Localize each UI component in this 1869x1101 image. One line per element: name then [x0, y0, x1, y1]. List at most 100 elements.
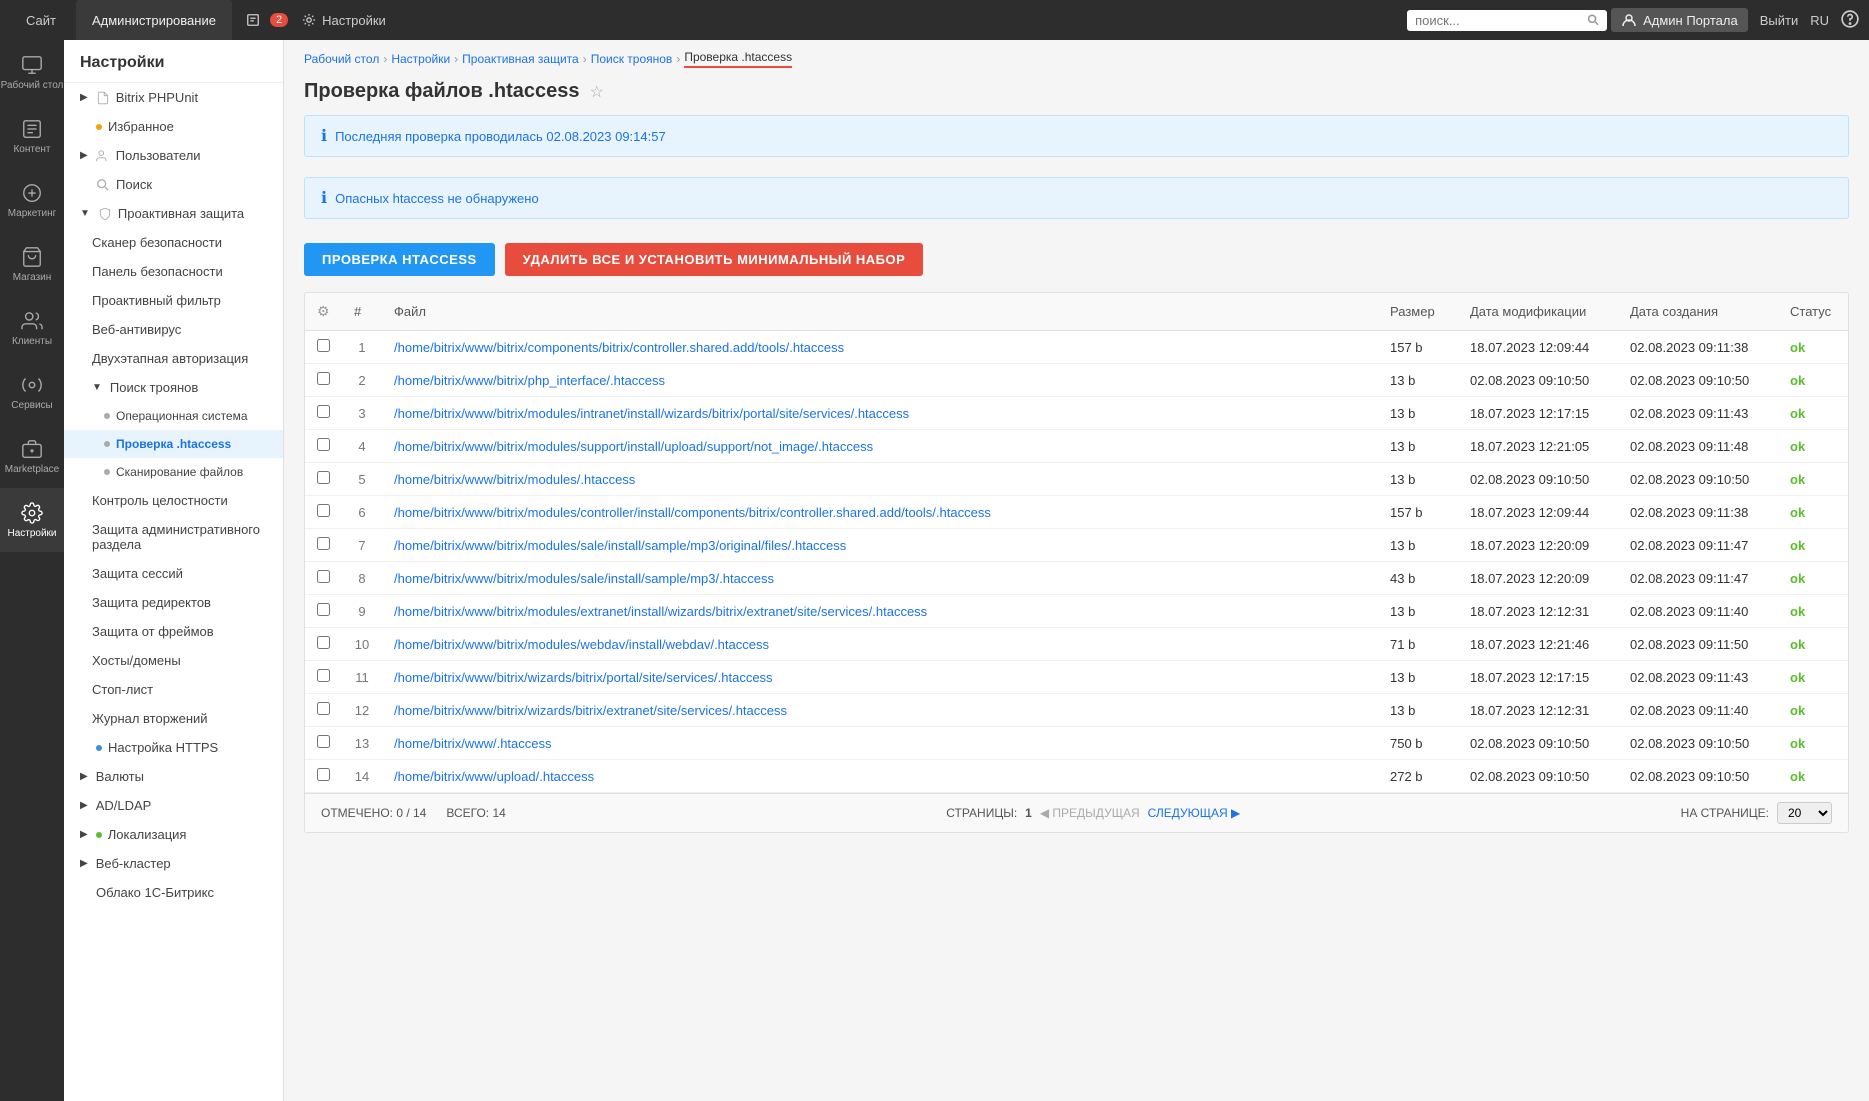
row-checkbox[interactable] — [317, 339, 330, 352]
nav-item-label: Операционная система — [116, 409, 248, 423]
sidebar-item-services[interactable]: Сервисы — [0, 360, 64, 424]
row-checkbox[interactable] — [317, 570, 330, 583]
topbar: Сайт Администрирование 2 Настройки Админ… — [0, 0, 1869, 40]
file-link[interactable]: /home/bitrix/www/bitrix/modules/sale/ins… — [394, 538, 846, 553]
nav-redirect-protect[interactable]: Защита редиректов — [64, 588, 283, 617]
nav-currencies[interactable]: ▶ Валюты — [64, 762, 283, 791]
file-link[interactable]: /home/bitrix/www/upload/.htaccess — [394, 769, 594, 784]
nav-arrow-icon: ▶ — [80, 858, 88, 869]
settings-topbar-btn[interactable]: Настройки — [302, 13, 386, 28]
sidebar-item-marketing[interactable]: Маркетинг — [0, 168, 64, 232]
nav-htaccess[interactable]: Проверка .htaccess — [64, 430, 283, 458]
nav-arrow-icon: ▼ — [80, 208, 90, 219]
row-checkbox[interactable] — [317, 438, 330, 451]
file-link[interactable]: /home/bitrix/www/bitrix/wizards/bitrix/e… — [394, 703, 787, 718]
file-link[interactable]: /home/bitrix/www/bitrix/modules/controll… — [394, 505, 991, 520]
row-checkbox[interactable] — [317, 636, 330, 649]
breadcrumb-proactive[interactable]: Проактивная защита — [462, 52, 579, 66]
file-link[interactable]: /home/bitrix/www/bitrix/modules/support/… — [394, 439, 873, 454]
nav-hosts[interactable]: Хосты/домены — [64, 646, 283, 675]
nav-phpunit[interactable]: ▶ Bitrix PHPUnit — [64, 83, 283, 112]
table-row: 2 /home/bitrix/www/bitrix/php_interface/… — [305, 364, 1848, 397]
nav-webcluster[interactable]: ▶ Веб-кластер — [64, 849, 283, 878]
row-checkbox[interactable] — [317, 735, 330, 748]
file-link[interactable]: /home/bitrix/www/bitrix/modules/intranet… — [394, 406, 909, 421]
nav-file-scan[interactable]: Сканирование файлов — [64, 458, 283, 486]
nav-intrusion-log[interactable]: Журнал вторжений — [64, 704, 283, 733]
breadcrumb-desktop[interactable]: Рабочий стол — [304, 52, 379, 66]
row-created: 02.08.2023 09:11:43 — [1618, 397, 1778, 430]
nav-locale[interactable]: ▶ Локализация — [64, 820, 283, 849]
next-page-btn[interactable]: СЛЕДУЮЩАЯ ▶ — [1148, 806, 1241, 820]
row-checkbox[interactable] — [317, 669, 330, 682]
nav-proactive[interactable]: ▼ Проактивная защита — [64, 199, 283, 228]
delete-all-button[interactable]: УДАЛИТЬ ВСЕ И УСТАНОВИТЬ МИНИМАЛЬНЫЙ НАБ… — [505, 243, 924, 276]
nav-users[interactable]: ▶ Пользователи — [64, 141, 283, 170]
footer-right: НА СТРАНИЦЕ: 10 20 50 100 — [1681, 802, 1832, 824]
favorite-star-icon[interactable]: ☆ — [589, 82, 603, 102]
file-link[interactable]: /home/bitrix/www/bitrix/modules/extranet… — [394, 604, 927, 619]
row-checkbox[interactable] — [317, 471, 330, 484]
site-tab[interactable]: Сайт — [10, 0, 72, 40]
notifications-btn[interactable]: 2 — [246, 13, 288, 27]
nav-proactive-filter[interactable]: Проактивный фильтр — [64, 286, 283, 315]
row-checkbox[interactable] — [317, 372, 330, 385]
nav-stoplist[interactable]: Стоп-лист — [64, 675, 283, 704]
file-link[interactable]: /home/bitrix/www/bitrix/modules/webdav/i… — [394, 637, 769, 652]
row-checkbox[interactable] — [317, 603, 330, 616]
prev-page-btn[interactable]: ◀ ПРЕДЫДУЩАЯ — [1040, 806, 1140, 820]
row-checkbox[interactable] — [317, 537, 330, 550]
row-checkbox[interactable] — [317, 702, 330, 715]
row-status: ok — [1778, 364, 1848, 397]
file-link[interactable]: /home/bitrix/www/bitrix/php_interface/.h… — [394, 373, 665, 388]
per-page-select[interactable]: 10 20 50 100 — [1777, 802, 1832, 824]
user-menu[interactable]: Админ Портала — [1611, 8, 1748, 32]
nav-session-protect[interactable]: Защита сессий — [64, 559, 283, 588]
nav-search-icon — [96, 178, 110, 192]
row-checkbox[interactable] — [317, 768, 330, 781]
nav-bitrix-cloud[interactable]: Облако 1С-Битрикс — [64, 878, 283, 907]
info-safe: ℹ Опасных htaccess не обнаружено — [304, 177, 1849, 219]
logout-btn[interactable]: Выйти — [1760, 13, 1799, 28]
row-checkbox[interactable] — [317, 405, 330, 418]
admin-tab[interactable]: Администрирование — [76, 0, 232, 40]
help-btn[interactable] — [1841, 10, 1859, 31]
search-input[interactable] — [1415, 13, 1580, 28]
sidebar-item-marketplace[interactable]: Marketplace — [0, 424, 64, 488]
nav-scanner[interactable]: Сканер безопасности — [64, 228, 283, 257]
nav-integrity[interactable]: Контроль целостности — [64, 486, 283, 515]
nav-admin-protect[interactable]: Защита административного раздела — [64, 515, 283, 559]
sidebar-item-settings[interactable]: Настройки — [0, 488, 64, 552]
lang-btn[interactable]: RU — [1810, 13, 1829, 28]
sidebar-item-shop[interactable]: Магазин — [0, 232, 64, 296]
file-link[interactable]: /home/bitrix/www/bitrix/wizards/bitrix/p… — [394, 670, 773, 685]
nav-search[interactable]: Поиск — [64, 170, 283, 199]
file-link[interactable]: /home/bitrix/www/.htaccess — [394, 736, 552, 751]
breadcrumb-settings[interactable]: Настройки — [391, 52, 450, 66]
row-checkbox[interactable] — [317, 504, 330, 517]
sidebar-item-clients[interactable]: Клиенты — [0, 296, 64, 360]
nav-security-panel[interactable]: Панель безопасности — [64, 257, 283, 286]
topbar-right: Админ Портала Выйти RU — [1611, 8, 1859, 32]
icon-sidebar: Рабочий стол Контент Маркетинг Магазин К… — [0, 40, 64, 1101]
nav-os[interactable]: Операционная система — [64, 402, 283, 430]
nav-dot-icon — [104, 441, 110, 447]
file-link[interactable]: /home/bitrix/www/bitrix/components/bitri… — [394, 340, 844, 355]
nav-adldap[interactable]: ▶ AD/LDAP — [64, 791, 283, 820]
nav-trojan-search[interactable]: ▼ Поиск троянов — [64, 373, 283, 402]
check-htaccess-button[interactable]: ПРОВЕРКА HTACCESS — [304, 243, 495, 276]
sidebar-item-content[interactable]: Контент — [0, 104, 64, 168]
sidebar-item-desktop[interactable]: Рабочий стол — [0, 40, 64, 104]
nav-frame-protect[interactable]: Защита от фреймов — [64, 617, 283, 646]
table-row: 1 /home/bitrix/www/bitrix/components/bit… — [305, 331, 1848, 364]
breadcrumb-trojans[interactable]: Поиск троянов — [591, 52, 673, 66]
nav-https[interactable]: Настройка HTTPS — [64, 733, 283, 762]
nav-favorites[interactable]: Избранное — [64, 112, 283, 141]
nav-item-label: Сканирование файлов — [116, 465, 243, 479]
row-status: ok — [1778, 661, 1848, 694]
file-link[interactable]: /home/bitrix/www/bitrix/modules/sale/ins… — [394, 571, 774, 586]
nav-antivirus[interactable]: Веб-антивирус — [64, 315, 283, 344]
table-settings-icon[interactable]: ⚙ — [317, 303, 330, 319]
file-link[interactable]: /home/bitrix/www/bitrix/modules/.htacces… — [394, 472, 635, 487]
nav-2fa[interactable]: Двухэтапная авторизация — [64, 344, 283, 373]
